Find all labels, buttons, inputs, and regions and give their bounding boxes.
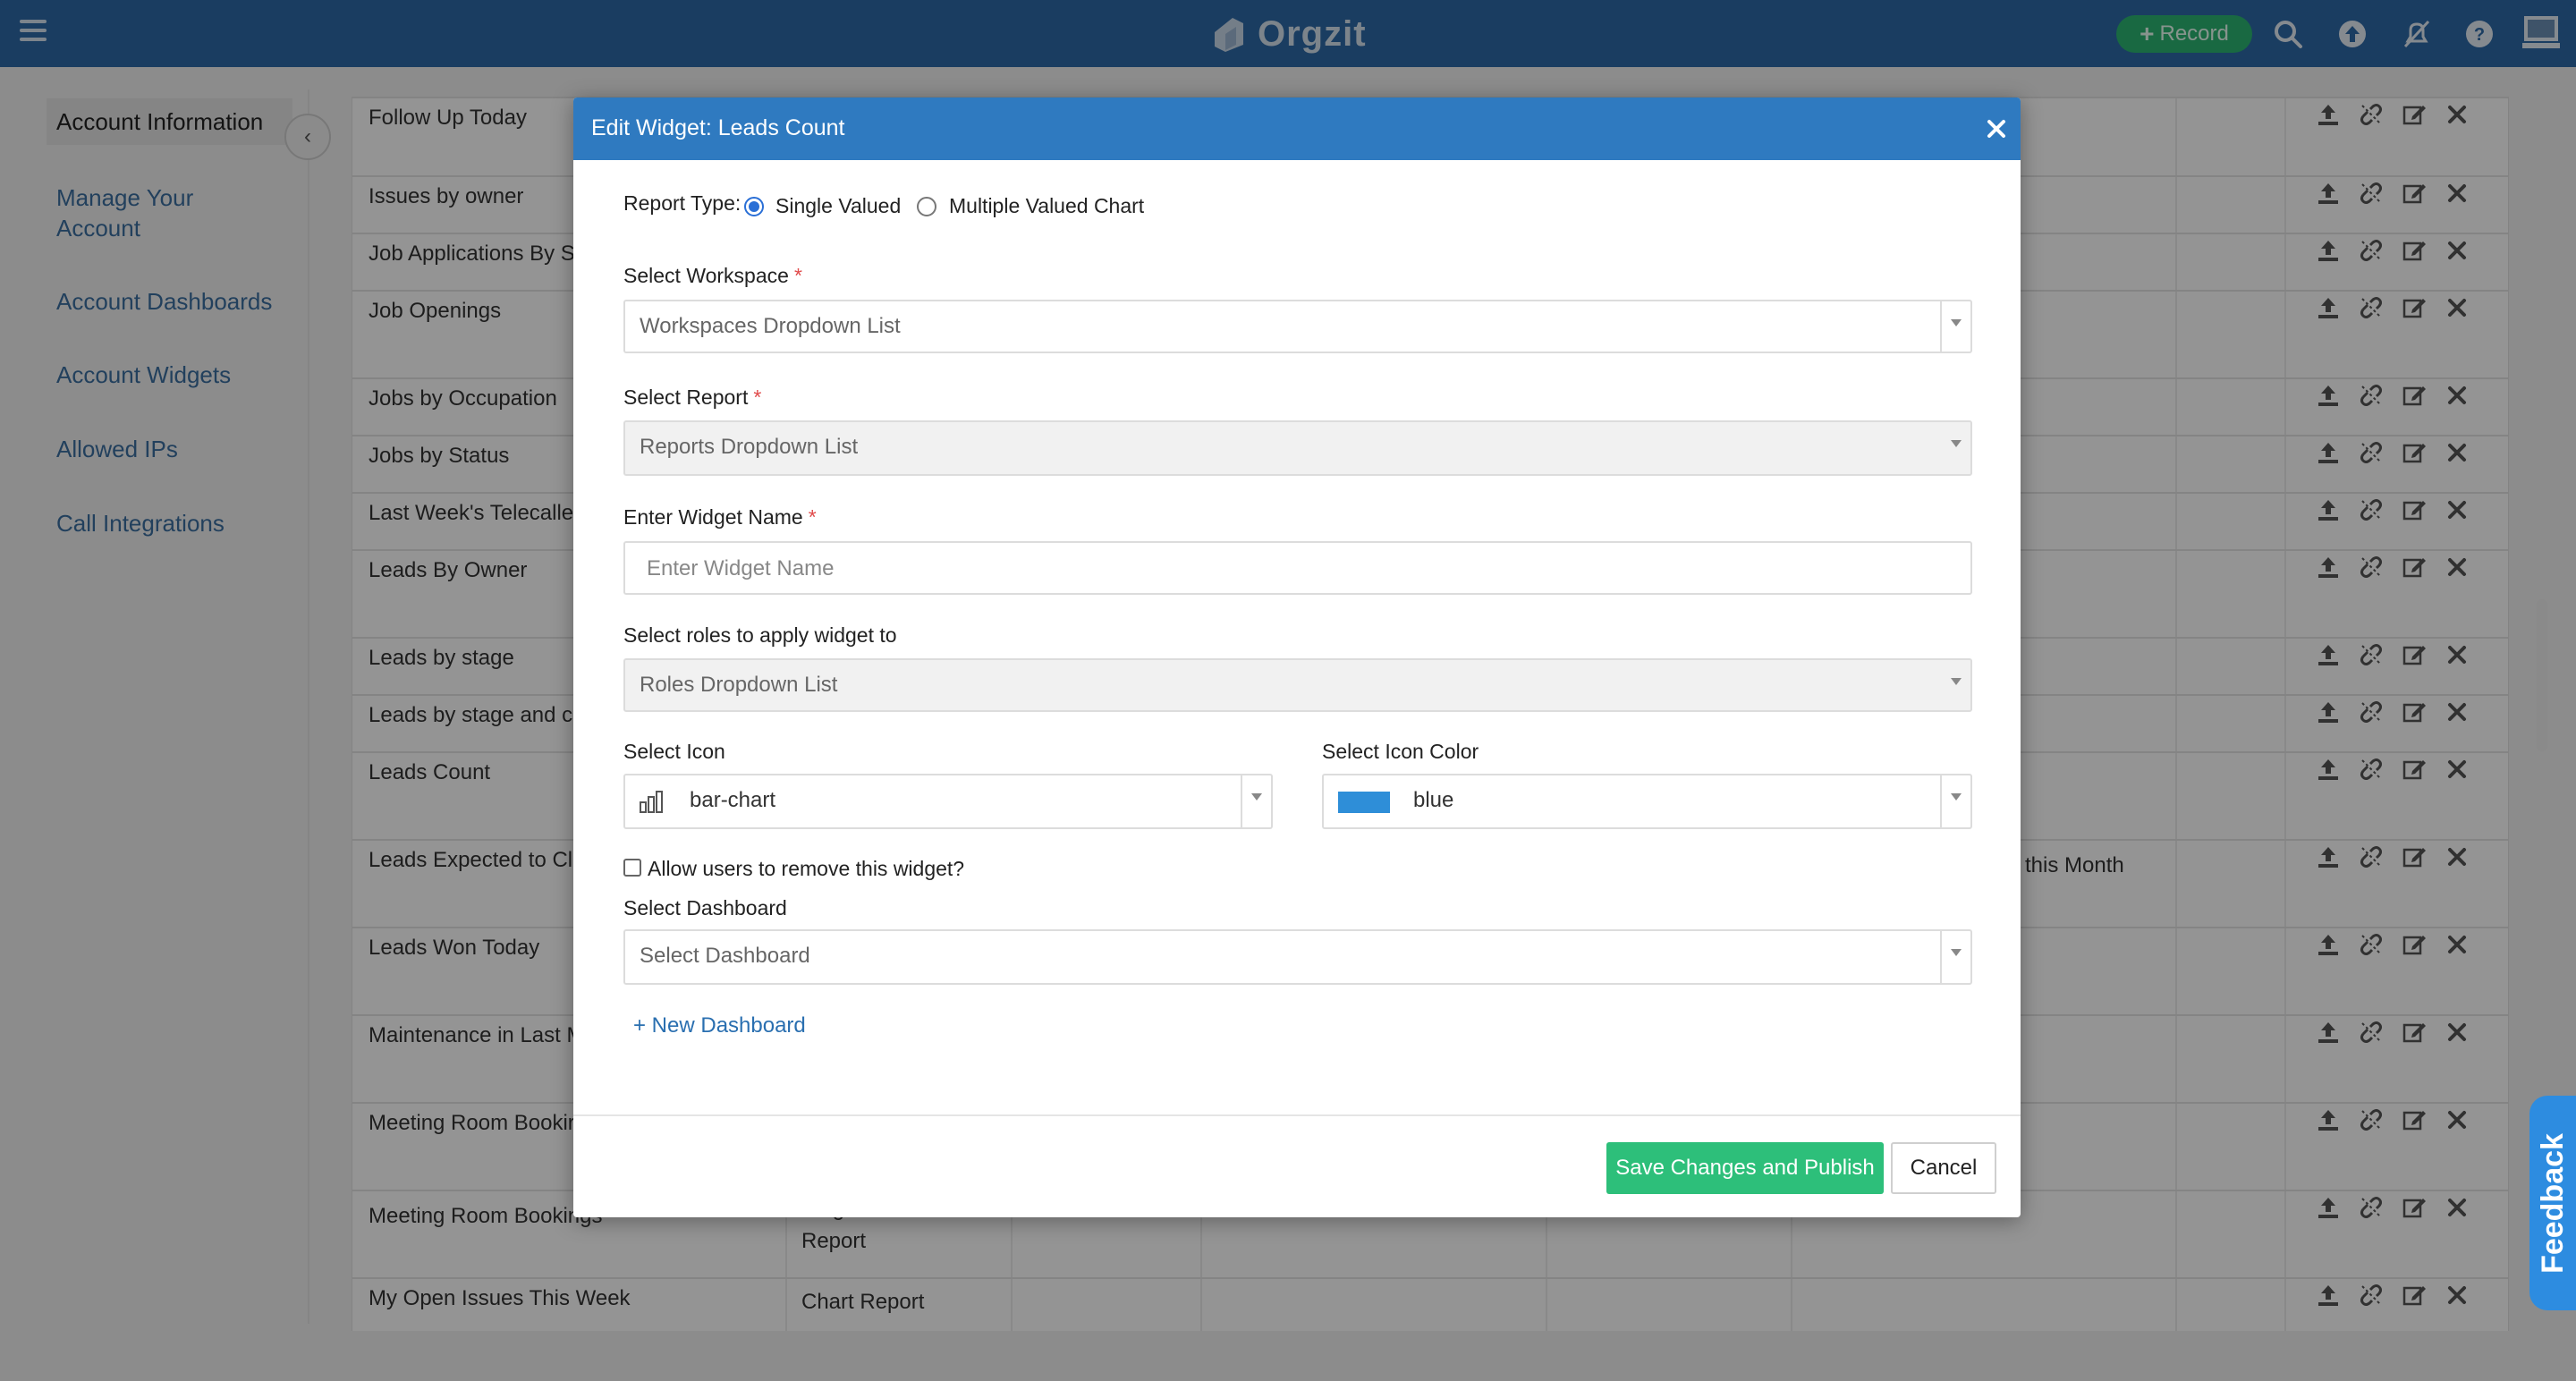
chevron-down-icon — [1251, 793, 1262, 801]
allow-remove-checkbox[interactable] — [623, 859, 641, 877]
icon-color-dropdown-value: blue — [1413, 788, 1454, 812]
radio-single-valued-label[interactable]: Single Valued — [775, 194, 901, 218]
workspace-dropdown-value: Workspaces Dropdown List — [640, 314, 901, 338]
bar-chart-icon — [640, 791, 663, 813]
modal-footer-divider — [573, 1114, 2021, 1116]
icon-dropdown-value: bar-chart — [690, 788, 776, 812]
workspace-label: Select Workspace * — [623, 264, 802, 287]
modal-header: Edit Widget: Leads Count — [573, 97, 2021, 160]
report-dropdown-value: Reports Dropdown List — [640, 435, 859, 459]
icon-color-label: Select Icon Color — [1322, 740, 1479, 763]
report-type-label: Report Type: — [623, 191, 741, 215]
widget-name-field[interactable] — [623, 541, 1972, 595]
edit-widget-modal: Edit Widget: Leads Count Report Type: Si… — [573, 97, 2021, 1217]
radio-multiple-valued-chart-label[interactable]: Multiple Valued Chart — [949, 194, 1144, 218]
dashboard-label: Select Dashboard — [623, 896, 787, 919]
dashboard-dropdown[interactable]: Select Dashboard — [623, 929, 1972, 985]
new-dashboard-link[interactable]: + New Dashboard — [633, 1013, 806, 1038]
chevron-down-icon — [1951, 949, 1962, 956]
workspace-dropdown[interactable]: Workspaces Dropdown List — [623, 300, 1972, 353]
save-and-publish-button[interactable]: Save Changes and Publish — [1606, 1142, 1884, 1194]
page-scrollbar[interactable] — [2537, 599, 2547, 751]
icon-dropdown[interactable]: bar-chart — [623, 774, 1273, 829]
feedback-tab[interactable]: Feedback — [2529, 1096, 2576, 1310]
chevron-down-icon — [1951, 319, 1962, 326]
widget-name-input[interactable] — [645, 555, 1901, 582]
chevron-down-icon — [1951, 440, 1962, 447]
feedback-label: Feedback — [2535, 1132, 2570, 1274]
report-dropdown[interactable]: Reports Dropdown List — [623, 420, 1972, 476]
cancel-button[interactable]: Cancel — [1891, 1142, 1996, 1194]
dashboard-dropdown-value: Select Dashboard — [640, 944, 810, 968]
roles-dropdown-value: Roles Dropdown List — [640, 673, 838, 697]
allow-remove-label[interactable]: Allow users to remove this widget? — [648, 857, 964, 881]
close-icon[interactable] — [1985, 117, 2008, 140]
icon-color-dropdown[interactable]: blue — [1322, 774, 1972, 829]
chevron-down-icon — [1951, 678, 1962, 685]
roles-dropdown[interactable]: Roles Dropdown List — [623, 658, 1972, 712]
roles-label: Select roles to apply widget to — [623, 623, 897, 647]
radio-multiple-valued-chart[interactable] — [917, 197, 936, 216]
radio-single-valued[interactable] — [744, 197, 764, 216]
modal-title: Edit Widget: Leads Count — [591, 115, 845, 140]
chevron-down-icon — [1951, 793, 1962, 801]
widget-name-label: Enter Widget Name * — [623, 505, 817, 529]
report-label: Select Report * — [623, 385, 762, 409]
color-swatch — [1338, 792, 1390, 813]
icon-label: Select Icon — [623, 740, 725, 763]
